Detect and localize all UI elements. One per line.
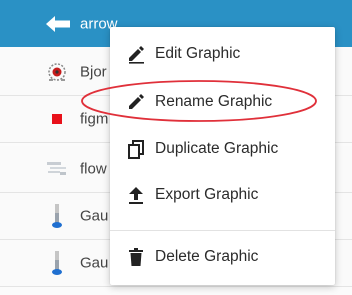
duplicate-graphic-menu-item[interactable]: Duplicate Graphic [110,127,335,171]
upload-icon [125,184,147,206]
context-menu: Edit Graphic Rename Graphic Duplicate Gr… [110,27,335,285]
flow-thumbnail-icon [46,160,68,178]
gauge-thumbnail-icon [51,250,63,276]
list-item-label: figm [80,110,109,128]
gauge-thumbnail-icon [51,203,63,229]
duplicate-icon [125,138,147,160]
edit-icon [125,43,147,65]
duplicate-graphic-label: Duplicate Graphic [155,140,279,157]
delete-graphic-menu-item[interactable]: Delete Graphic [110,235,335,279]
list-item-label: flow [80,160,107,178]
rename-graphic-label: Rename Graphic [155,93,273,110]
menu-divider [110,230,335,231]
edit-graphic-label: Edit Graphic [155,45,241,62]
export-graphic-menu-item[interactable]: Export Graphic [110,173,335,217]
rename-graphic-menu-item[interactable]: Rename Graphic [110,80,335,124]
gear-thumbnail-icon [46,61,68,83]
pencil-icon [125,91,147,113]
trash-icon [125,246,147,268]
list-item-label: Gau [80,254,109,272]
arrow-left-icon [46,15,70,32]
export-graphic-label: Export Graphic [155,186,259,203]
list-item-label: Gau [80,207,109,225]
red-square-icon [52,114,62,124]
edit-graphic-menu-item[interactable]: Edit Graphic [110,32,335,76]
delete-graphic-label: Delete Graphic [155,248,259,265]
list-item-label: Bjor [80,63,107,81]
